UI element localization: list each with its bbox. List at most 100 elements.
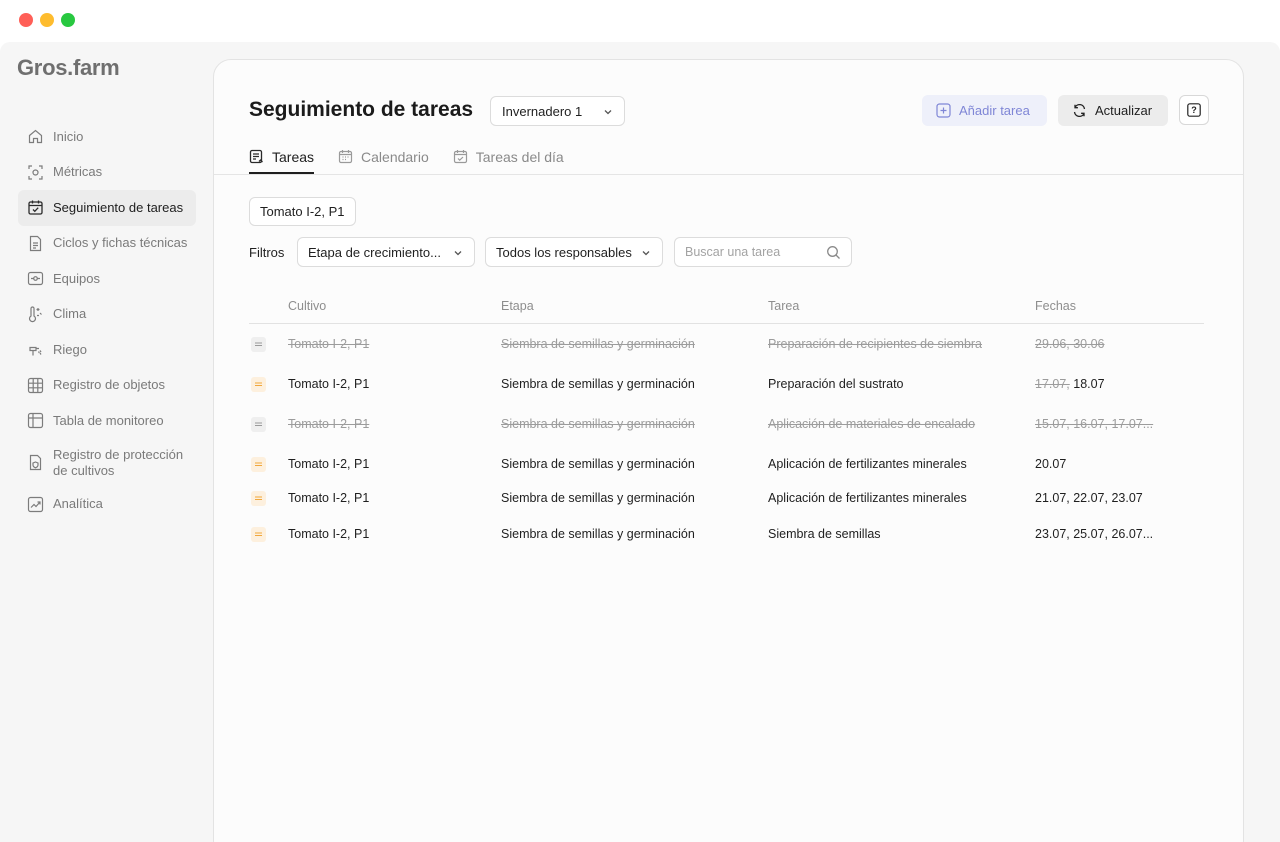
page-title: Seguimiento de tareas bbox=[249, 98, 474, 121]
metrics-icon bbox=[26, 163, 45, 182]
stage-filter-select[interactable]: Etapa de crecimiento... bbox=[297, 237, 475, 267]
close-window-button[interactable] bbox=[19, 13, 33, 27]
grid-icon bbox=[26, 376, 45, 395]
tab-label: Tareas bbox=[272, 148, 315, 165]
table-row[interactable]: Tomato I-2, P1 Siembra de semillas y ger… bbox=[249, 484, 1204, 520]
search-input[interactable] bbox=[675, 238, 815, 266]
sidebar-item-clima[interactable]: Clima bbox=[18, 297, 196, 333]
sidebar-item-label: Tabla de monitoreo bbox=[53, 412, 164, 428]
table-row[interactable]: Tomato I-2, P1 Siembra de semillas y ger… bbox=[249, 364, 1204, 404]
brand-logo[interactable]: Gros.farm bbox=[17, 55, 120, 81]
table-row[interactable]: Tomato I-2, P1 Siembra de semillas y ger… bbox=[249, 520, 1204, 556]
sidebar-item-riego[interactable]: Riego bbox=[18, 332, 196, 368]
pending-date: 18.07 bbox=[1073, 377, 1105, 391]
sidebar-item-equipos[interactable]: Equipos bbox=[18, 261, 196, 297]
sidebar-item-metricas[interactable]: Métricas bbox=[18, 155, 196, 191]
responsible-filter-value: Todos los responsables bbox=[496, 244, 632, 260]
cell-dates: 15.07, 16.07, 17.07... bbox=[1035, 417, 1154, 431]
sidebar-nav: Inicio Métricas Seguimiento de tareas Ci… bbox=[18, 119, 196, 522]
tab-label: Tareas del día bbox=[475, 148, 564, 165]
protection-doc-icon bbox=[26, 453, 45, 472]
sidebar-item-analitica[interactable]: Analítica bbox=[18, 487, 196, 523]
help-label: ? bbox=[1191, 105, 1197, 115]
sidebar-item-inicio[interactable]: Inicio bbox=[18, 119, 196, 155]
plus-square-icon bbox=[936, 103, 951, 118]
chevron-down-icon bbox=[452, 247, 464, 259]
cell-stage: Siembra de semillas y germinación bbox=[501, 491, 695, 505]
cell-dates: 29.06, 30.06 bbox=[1035, 337, 1105, 351]
main-panel: Seguimiento de tareas Invernadero 1 Añad… bbox=[213, 59, 1244, 842]
irrigation-icon bbox=[26, 340, 45, 359]
sidebar-item-tabla-de-monitoreo[interactable]: Tabla de monitoreo bbox=[18, 403, 196, 439]
cell-crop: Tomato I-2, P1 bbox=[288, 457, 370, 471]
tab-calendario[interactable]: Calendario bbox=[338, 140, 429, 173]
cell-crop: Tomato I-2, P1 bbox=[288, 377, 370, 391]
sidebar-item-label: Clima bbox=[53, 306, 87, 322]
column-header-tarea[interactable]: Tarea bbox=[768, 299, 799, 313]
sidebar-item-label: Equipos bbox=[53, 270, 100, 286]
sidebar-item-label: Métricas bbox=[53, 164, 103, 180]
window-titlebar bbox=[0, 0, 1280, 42]
cell-task: Preparación del sustrato bbox=[768, 377, 904, 391]
task-status-pending-icon bbox=[251, 457, 266, 472]
tab-tareas[interactable]: Tareas bbox=[249, 140, 315, 174]
sidebar-item-registro-proteccion[interactable]: Registro de protección de cultivos bbox=[18, 439, 196, 487]
app-shell: Gros.farm Inicio Métricas Seguimiento de… bbox=[0, 42, 1280, 842]
calendar-icon bbox=[338, 149, 353, 164]
table-row[interactable]: Tomato I-2, P1 Siembra de semillas y ger… bbox=[249, 324, 1204, 364]
chart-icon bbox=[26, 495, 45, 514]
responsible-filter-select[interactable]: Todos los responsables bbox=[485, 237, 663, 267]
refresh-icon bbox=[1072, 103, 1087, 118]
sidebar-item-label: Registro de objetos bbox=[53, 377, 166, 393]
table-icon bbox=[26, 411, 45, 430]
cell-stage: Siembra de semillas y germinación bbox=[501, 417, 695, 431]
sidebar-item-registro-de-objetos[interactable]: Registro de objetos bbox=[18, 368, 196, 404]
cell-task: Aplicación de fertilizantes minerales bbox=[768, 491, 967, 505]
cell-dates: 21.07, 22.07, 23.07 bbox=[1035, 491, 1143, 505]
cell-crop: Tomato I-2, P1 bbox=[288, 491, 370, 505]
column-header-cultivo[interactable]: Cultivo bbox=[288, 299, 326, 313]
add-task-label: Añadir tarea bbox=[959, 103, 1030, 118]
table-row[interactable]: Tomato I-2, P1 Siembra de semillas y ger… bbox=[249, 404, 1204, 444]
sidebar-item-label: Riego bbox=[53, 341, 87, 357]
task-list-icon bbox=[249, 149, 264, 164]
greenhouse-select[interactable]: Invernadero 1 bbox=[490, 96, 625, 126]
filters-label: Filtros bbox=[249, 245, 285, 260]
calendar-check-icon bbox=[453, 149, 468, 164]
climate-icon bbox=[26, 305, 45, 324]
document-icon bbox=[26, 234, 45, 253]
chevron-down-icon bbox=[602, 106, 614, 118]
maximize-window-button[interactable] bbox=[61, 13, 75, 27]
cell-dates: 20.07 bbox=[1035, 457, 1067, 471]
column-header-fechas[interactable]: Fechas bbox=[1035, 299, 1076, 313]
cell-crop: Tomato I-2, P1 bbox=[288, 337, 370, 351]
sidebar-item-label: Registro de protección de cultivos bbox=[53, 446, 184, 478]
tab-tareas-del-dia[interactable]: Tareas del día bbox=[453, 140, 564, 173]
cell-crop: Tomato I-2, P1 bbox=[288, 527, 370, 541]
update-label: Actualizar bbox=[1095, 103, 1153, 118]
table-row[interactable]: Tomato I-2, P1 Siembra de semillas y ger… bbox=[249, 444, 1204, 484]
cell-stage: Siembra de semillas y germinación bbox=[501, 337, 695, 351]
tasks-table: Cultivo Etapa Tarea Fechas Tomato I-2, P… bbox=[249, 292, 1204, 556]
task-status-pending-icon bbox=[251, 527, 266, 542]
update-button[interactable]: Actualizar bbox=[1058, 95, 1168, 126]
cell-stage: Siembra de semillas y germinación bbox=[501, 527, 695, 541]
chevron-down-icon bbox=[640, 247, 652, 259]
greenhouse-select-value: Invernadero 1 bbox=[502, 103, 583, 119]
cell-stage: Siembra de semillas y germinación bbox=[501, 457, 695, 471]
cell-stage: Siembra de semillas y germinación bbox=[501, 377, 695, 391]
sidebar-item-seguimiento-de-tareas[interactable]: Seguimiento de tareas bbox=[18, 190, 196, 226]
minimize-window-button[interactable] bbox=[40, 13, 54, 27]
sidebar-item-label: Inicio bbox=[53, 128, 84, 144]
cell-task: Aplicación de materiales de encalado bbox=[768, 417, 976, 431]
add-task-button[interactable]: Añadir tarea bbox=[922, 95, 1047, 126]
sidebar-item-ciclos[interactable]: Ciclos y fichas técnicas bbox=[18, 226, 196, 262]
task-search bbox=[674, 237, 852, 267]
crop-chip[interactable]: Tomato I-2, P1 bbox=[249, 197, 356, 226]
column-header-etapa[interactable]: Etapa bbox=[501, 299, 534, 313]
search-icon[interactable] bbox=[826, 245, 841, 260]
sidebar-item-label: Analítica bbox=[53, 496, 103, 512]
tabs-divider bbox=[214, 174, 1243, 175]
help-button[interactable]: ? bbox=[1179, 95, 1209, 125]
cell-task: Preparación de recipientes de siembra bbox=[768, 337, 983, 351]
